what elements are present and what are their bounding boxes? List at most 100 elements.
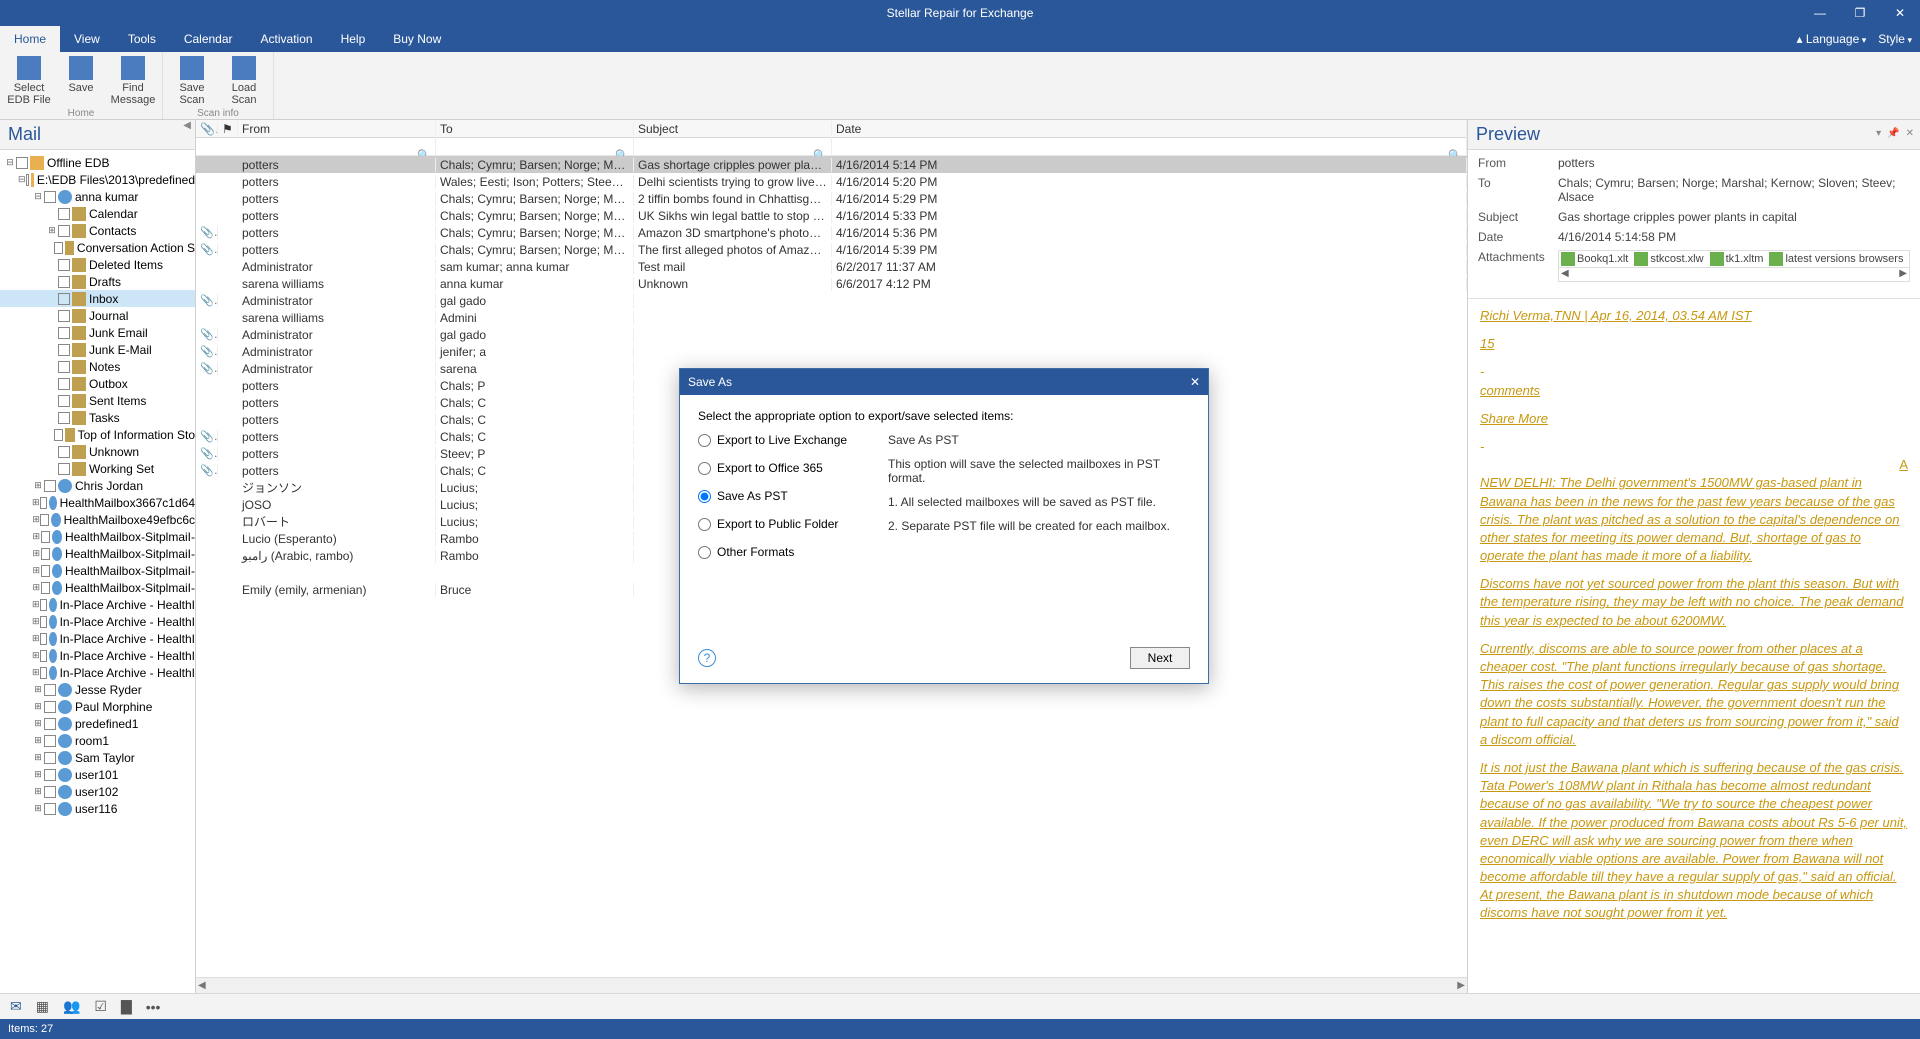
- tree-item[interactable]: Outbox: [0, 375, 195, 392]
- tree-item[interactable]: ⊞HealthMailbox-SitplmaiI-: [0, 562, 195, 579]
- close-button[interactable]: ✕: [1880, 0, 1920, 26]
- tree-item[interactable]: ⊞Contacts: [0, 222, 195, 239]
- maximize-button[interactable]: ❐: [1840, 0, 1880, 26]
- contacts-icon[interactable]: 👥: [63, 998, 80, 1015]
- message-row[interactable]: Administratorsam kumar; anna kumarTest m…: [196, 258, 1467, 275]
- export-radio[interactable]: [698, 518, 711, 531]
- message-row[interactable]: 📎pottersChals; Cymru; Barsen; Norge; Mar…: [196, 241, 1467, 258]
- tree-item[interactable]: ⊞HealthMailbox-SitplmaiI-: [0, 545, 195, 562]
- message-row[interactable]: 📎Administratorgal gado: [196, 292, 1467, 309]
- tree-item[interactable]: ⊞user116: [0, 800, 195, 817]
- select-edb-file-button[interactable]: SelectEDB File: [4, 54, 54, 108]
- tree-item[interactable]: Junk Email: [0, 324, 195, 341]
- save-scan-button[interactable]: SaveScan: [167, 54, 217, 108]
- export-radio[interactable]: [698, 546, 711, 559]
- attachment-item[interactable]: stkcost.xlw: [1634, 252, 1703, 266]
- tab-calendar[interactable]: Calendar: [170, 26, 247, 52]
- dialog-close-button[interactable]: ✕: [1190, 375, 1200, 389]
- preview-dropdown-icon[interactable]: ▾: [1876, 128, 1881, 139]
- tab-buy-now[interactable]: Buy Now: [379, 26, 455, 52]
- tab-tools[interactable]: Tools: [114, 26, 170, 52]
- tree-item[interactable]: ⊞user101: [0, 766, 195, 783]
- tree-item[interactable]: Sent Items: [0, 392, 195, 409]
- tree-item[interactable]: ⊟Offline EDB: [0, 154, 195, 171]
- tree-item[interactable]: ⊞HealthMailbox3667c1d64: [0, 494, 195, 511]
- message-row[interactable]: pottersChals; Cymru; Barsen; Norge; Mars…: [196, 190, 1467, 207]
- tree-item[interactable]: ⊞In-Place Archive - HealthI: [0, 613, 195, 630]
- export-radio[interactable]: [698, 462, 711, 475]
- more-icon[interactable]: •••: [146, 999, 161, 1015]
- message-row[interactable]: 📎Administratorgal gado: [196, 326, 1467, 343]
- attachments-scrollbar[interactable]: ◀▶: [1558, 268, 1910, 282]
- minimize-button[interactable]: —: [1800, 0, 1840, 26]
- tree-item[interactable]: Unknown: [0, 443, 195, 460]
- attachment-item[interactable]: latest versions browsers: [1769, 252, 1903, 266]
- filter-date-input[interactable]: [836, 135, 1462, 147]
- export-option-2[interactable]: Save As PST: [698, 489, 858, 503]
- tree-item[interactable]: ⊞room1: [0, 732, 195, 749]
- tree-item[interactable]: ⊟anna kumar: [0, 188, 195, 205]
- col-flag[interactable]: ⚑: [218, 122, 238, 136]
- col-attachment[interactable]: 📎: [196, 122, 218, 136]
- tree-item[interactable]: ⊞user102: [0, 783, 195, 800]
- tasks-icon[interactable]: ☑: [94, 998, 107, 1015]
- tree-item[interactable]: Junk E-Mail: [0, 341, 195, 358]
- save-button[interactable]: Save: [56, 54, 106, 108]
- message-row[interactable]: pottersChals; Cymru; Barsen; Norge; Mars…: [196, 207, 1467, 224]
- load-scan-button[interactable]: LoadScan: [219, 54, 269, 108]
- message-row[interactable]: 📎Administratorjenifer; a: [196, 343, 1467, 360]
- dialog-titlebar[interactable]: Save As ✕: [680, 369, 1208, 395]
- tree-item[interactable]: ⊞In-Place Archive - HealthI: [0, 630, 195, 647]
- tree-item[interactable]: ⊞HealthMailbox-SitplmaiI-: [0, 528, 195, 545]
- style-dropdown[interactable]: Style: [1878, 32, 1912, 46]
- tree-item[interactable]: Inbox: [0, 290, 195, 307]
- tree-item[interactable]: ⊞Sam Taylor: [0, 749, 195, 766]
- calendar-icon[interactable]: ▦: [36, 998, 49, 1015]
- tree-item[interactable]: ⊞In-Place Archive - HealthI: [0, 596, 195, 613]
- filter-from-input[interactable]: [242, 135, 431, 147]
- filter-subject-input[interactable]: [638, 135, 827, 147]
- mailbox-tree[interactable]: ⊟Offline EDB⊟E:\EDB Files\2013\predefine…: [0, 150, 195, 993]
- export-option-0[interactable]: Export to Live Exchange: [698, 433, 858, 447]
- tab-help[interactable]: Help: [327, 26, 380, 52]
- tree-item[interactable]: Working Set: [0, 460, 195, 477]
- tree-item[interactable]: ⊞predefined1: [0, 715, 195, 732]
- filter-to-input[interactable]: [440, 135, 629, 147]
- tree-item[interactable]: Conversation Action S: [0, 239, 195, 256]
- tree-item[interactable]: ⊟E:\EDB Files\2013\predefined: [0, 171, 195, 188]
- export-radio[interactable]: [698, 490, 711, 503]
- tree-collapse-button[interactable]: ◀: [183, 120, 191, 131]
- tree-item[interactable]: Calendar: [0, 205, 195, 222]
- tree-item[interactable]: Deleted Items: [0, 256, 195, 273]
- tab-view[interactable]: View: [60, 26, 114, 52]
- attachment-item[interactable]: tk1.xltm: [1710, 252, 1764, 266]
- tree-item[interactable]: ⊞HealthMailbox-SitplmaiI-: [0, 579, 195, 596]
- next-button[interactable]: Next: [1130, 647, 1190, 669]
- grid-hscroll[interactable]: ◀▶: [196, 977, 1467, 993]
- message-row[interactable]: sarena williamsAdmini: [196, 309, 1467, 326]
- language-dropdown[interactable]: ▴ Language: [1797, 32, 1867, 46]
- preview-pin-icon[interactable]: 📌: [1887, 128, 1899, 139]
- tab-home[interactable]: Home: [0, 26, 60, 52]
- tree-item[interactable]: ⊞Paul Morphine: [0, 698, 195, 715]
- tree-item[interactable]: ⊞In-Place Archive - HealthI: [0, 647, 195, 664]
- message-row[interactable]: pottersChals; Cymru; Barsen; Norge; Mars…: [196, 156, 1467, 173]
- message-row[interactable]: pottersWales; Eesti; Ison; Potters; Stee…: [196, 173, 1467, 190]
- export-radio[interactable]: [698, 434, 711, 447]
- tree-item[interactable]: ⊞In-Place Archive - HealthI: [0, 664, 195, 681]
- find-message-button[interactable]: FindMessage: [108, 54, 158, 108]
- tab-activation[interactable]: Activation: [247, 26, 327, 52]
- export-option-1[interactable]: Export to Office 365: [698, 461, 858, 475]
- preview-close-icon[interactable]: ✕: [1906, 128, 1914, 139]
- tree-item[interactable]: ⊞Chris Jordan: [0, 477, 195, 494]
- tree-item[interactable]: Tasks: [0, 409, 195, 426]
- message-row[interactable]: 📎pottersChals; Cymru; Barsen; Norge; Mar…: [196, 224, 1467, 241]
- mail-icon[interactable]: ✉: [10, 998, 22, 1015]
- preview-body[interactable]: Richi Verma,TNN | Apr 16, 2014, 03.54 AM…: [1468, 298, 1920, 993]
- notes-icon[interactable]: ▇: [121, 998, 132, 1015]
- message-row[interactable]: sarena williamsanna kumarUnknown6/6/2017…: [196, 275, 1467, 292]
- tree-item[interactable]: Top of Information Sto: [0, 426, 195, 443]
- tree-item[interactable]: ⊞Jesse Ryder: [0, 681, 195, 698]
- tree-item[interactable]: Drafts: [0, 273, 195, 290]
- export-option-4[interactable]: Other Formats: [698, 545, 858, 559]
